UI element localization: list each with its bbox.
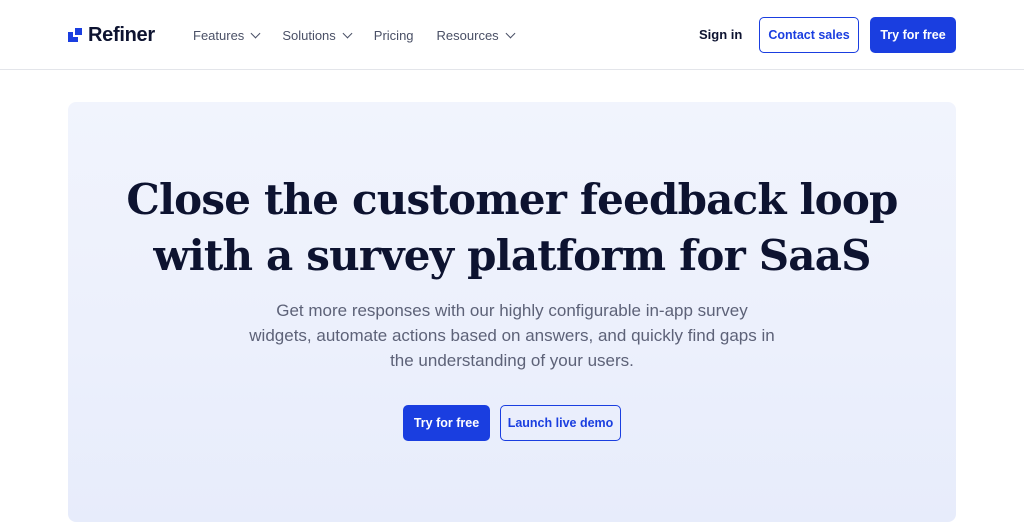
hero-subtitle-line: widgets, automate actions based on answe…: [249, 326, 775, 345]
hero-title-line: Close the customer feedback loop: [126, 175, 898, 224]
refiner-logo[interactable]: Refiner: [68, 22, 155, 48]
nav-item-resources[interactable]: Resources: [436, 27, 516, 43]
chevron-down-icon: [342, 28, 353, 38]
nav-item-label: Solutions: [282, 27, 336, 43]
try-for-free-button[interactable]: Try for free: [870, 17, 956, 53]
nav-item-label: Features: [193, 27, 245, 43]
hero-section: Close the customer feedback loop with a …: [68, 102, 956, 522]
logo-text: Refiner: [88, 23, 155, 46]
main-nav: Features Solutions Pricing Resources: [193, 25, 516, 45]
chevron-down-icon: [250, 28, 261, 38]
launch-live-demo-button[interactable]: Launch live demo: [500, 405, 621, 441]
nav-item-label: Resources: [436, 27, 499, 43]
hero-title: Close the customer feedback loop with a …: [68, 172, 956, 284]
hero-subtitle: Get more responses with our highly confi…: [212, 298, 812, 373]
hero-try-for-free-button[interactable]: Try for free: [403, 405, 490, 441]
hero-subtitle-line: Get more responses with our highly confi…: [276, 301, 748, 320]
nav-item-solutions[interactable]: Solutions: [282, 27, 353, 43]
nav-item-pricing[interactable]: Pricing: [374, 28, 414, 43]
sign-in-link[interactable]: Sign in: [699, 27, 742, 42]
contact-sales-button[interactable]: Contact sales: [759, 17, 859, 53]
site-header: Refiner Features Solutions Pricing Resou…: [0, 0, 1024, 70]
chevron-down-icon: [505, 28, 516, 38]
refiner-logo-icon: [68, 28, 82, 42]
hero-subtitle-line: the understanding of your users.: [390, 351, 634, 370]
hero-title-line: with a survey platform for SaaS: [153, 231, 871, 280]
nav-item-label: Pricing: [373, 27, 414, 43]
nav-item-features[interactable]: Features: [193, 27, 261, 43]
